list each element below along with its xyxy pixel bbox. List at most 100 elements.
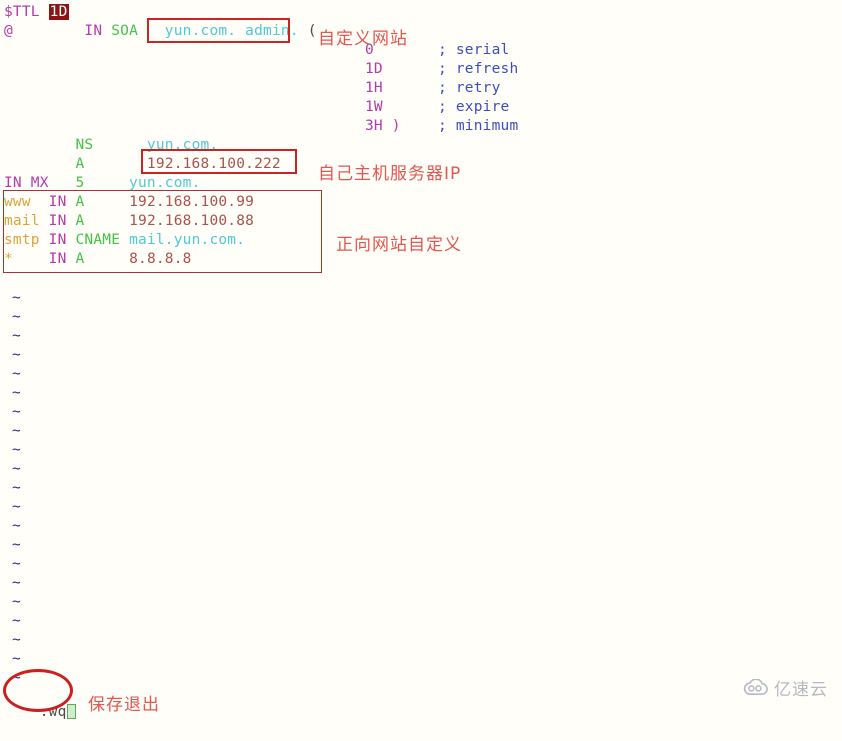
line-refresh-value: 1D [365, 61, 383, 77]
annot-custom-site: 自定义网站 [318, 29, 408, 49]
line-ns-token-2 [93, 137, 147, 153]
empty-line-marker: ~ [12, 575, 21, 591]
line-soa-token-7 [299, 23, 308, 39]
line-mail-token-2: IN [48, 213, 67, 229]
line-expire[interactable]: 1W ; expire [365, 98, 509, 117]
line-mx-token-3 [84, 175, 129, 191]
line-soa-token-1 [13, 23, 84, 39]
empty-line-marker: ~ [12, 328, 21, 344]
line-wildcard-token-6: 8.8.8.8 [129, 251, 192, 267]
line-www[interactable]: www IN A 192.168.100.99 [4, 193, 254, 212]
line-soa-token-6: yun.com. admin. [164, 23, 299, 39]
line-mx-token-4: yun.com. [129, 175, 201, 191]
empty-line-marker: ~ [12, 651, 21, 667]
line-retry[interactable]: 1H ; retry [365, 79, 500, 98]
line-a-root-token-0 [4, 156, 75, 172]
line-smtp-token-6: mail.yun.com. [129, 232, 246, 248]
line-smtp-token-0: smtp [4, 232, 40, 248]
line-mail-token-5 [84, 213, 129, 229]
line-retry-value: 1H [365, 80, 383, 96]
empty-line-marker: ~ [12, 309, 21, 325]
line-ns-token-0 [4, 137, 75, 153]
line-expire-comment: ; expire [438, 99, 510, 115]
line-smtp-token-5 [120, 232, 129, 248]
line-smtp-token-1 [40, 232, 49, 248]
line-smtp-token-4: CNAME [75, 232, 121, 248]
annot-host-server-ip: 自己主机服务器IP [318, 164, 462, 184]
empty-line-marker: ~ [12, 537, 21, 553]
annot-save-quit: 保存退出 [88, 695, 160, 715]
line-mail-token-6: 192.168.100.88 [129, 213, 255, 229]
empty-line-marker: ~ [12, 442, 21, 458]
line-ttl[interactable]: $TTL 1D [4, 3, 69, 22]
line-mx-token-1 [49, 175, 76, 191]
line-a-root-token-2 [84, 156, 147, 172]
empty-line-marker: ~ [12, 347, 21, 363]
line-a-root[interactable]: A 192.168.100.222 [4, 155, 281, 174]
watermark-text: 亿速云 [774, 680, 828, 700]
line-soa-token-3 [102, 23, 111, 39]
line-a-root-token-3: 192.168.100.222 [146, 156, 281, 172]
line-serial-comment: ; serial [438, 42, 510, 58]
line-expire-gap [383, 99, 410, 115]
line-mail-token-1 [40, 213, 49, 229]
cloud-icon [743, 679, 769, 696]
line-www-token-6: 192.168.100.99 [129, 194, 255, 210]
line-retry-comment: ; retry [438, 80, 501, 96]
line-retry-gap [383, 80, 410, 96]
line-www-token-2: IN [48, 194, 67, 210]
line-www-token-0: www [4, 194, 31, 210]
line-ttl-token-1 [40, 4, 49, 20]
line-smtp-token-2: IN [48, 232, 67, 248]
line-wildcard[interactable]: * IN A 8.8.8.8 [4, 250, 192, 269]
empty-line-marker: ~ [12, 404, 21, 420]
line-ns[interactable]: NS yun.com. [4, 136, 218, 155]
empty-line-marker: ~ [12, 518, 21, 534]
line-minimum[interactable]: 3H ) ; minimum [365, 117, 518, 136]
line-ns-token-1: NS [75, 137, 94, 153]
empty-line-marker: ~ [12, 385, 21, 401]
empty-line-marker: ~ [12, 556, 21, 572]
line-ns-token-3: yun.com. [146, 137, 219, 153]
line-soa-token-4: SOA [111, 23, 138, 39]
vim-terminal-screen: $TTL 1D @ IN SOA yun.com. admin. (0 ; ser… [0, 0, 842, 720]
watermark: 亿速云 [743, 675, 828, 700]
line-soa-token-8: ( [307, 23, 317, 39]
empty-line-marker: ~ [12, 632, 21, 648]
line-soa-token-5 [138, 23, 165, 39]
empty-line-marker: ~ [12, 613, 21, 629]
line-refresh-gap [383, 61, 410, 77]
command-line-text: :wq [39, 704, 67, 720]
empty-line-marker: ~ [12, 480, 21, 496]
line-mail-token-0: mail [4, 213, 40, 229]
line-wildcard-token-1 [13, 251, 49, 267]
line-soa-token-0: @ [4, 23, 13, 39]
line-wildcard-token-5 [84, 251, 129, 267]
line-minimum-comment: ; minimum [438, 118, 519, 134]
empty-line-marker: ~ [12, 461, 21, 477]
empty-line-marker: ~ [12, 423, 21, 439]
line-wildcard-token-0: * [4, 251, 13, 267]
line-refresh-comment: ; refresh [438, 61, 519, 77]
line-mail[interactable]: mail IN A 192.168.100.88 [4, 212, 254, 231]
line-www-token-5 [84, 194, 129, 210]
line-mx-token-0: IN MX [4, 175, 49, 191]
empty-line-marker: ~ [12, 594, 21, 610]
line-mx[interactable]: IN MX 5 yun.com. [4, 174, 201, 193]
line-ttl-token-2: 1D [48, 4, 69, 20]
line-www-token-1 [31, 194, 49, 210]
line-minimum-gap [401, 118, 428, 134]
annot-forward-custom: 正向网站自定义 [336, 235, 462, 255]
vim-command-line[interactable]: :wq [4, 684, 76, 741]
line-minimum-value: 3H ) [365, 118, 401, 134]
line-soa[interactable]: @ IN SOA yun.com. admin. ( [4, 22, 317, 41]
line-expire-value: 1W [365, 99, 383, 115]
line-smtp[interactable]: smtp IN CNAME mail.yun.com. [4, 231, 245, 250]
empty-line-marker: ~ [12, 366, 21, 382]
empty-line-marker: ~ [12, 290, 21, 306]
line-refresh[interactable]: 1D ; refresh [365, 60, 518, 79]
line-wildcard-token-2: IN [48, 251, 67, 267]
line-soa-token-2: IN [84, 23, 103, 39]
empty-line-marker: ~ [12, 499, 21, 515]
line-ttl-token-0: $TTL [4, 4, 40, 20]
